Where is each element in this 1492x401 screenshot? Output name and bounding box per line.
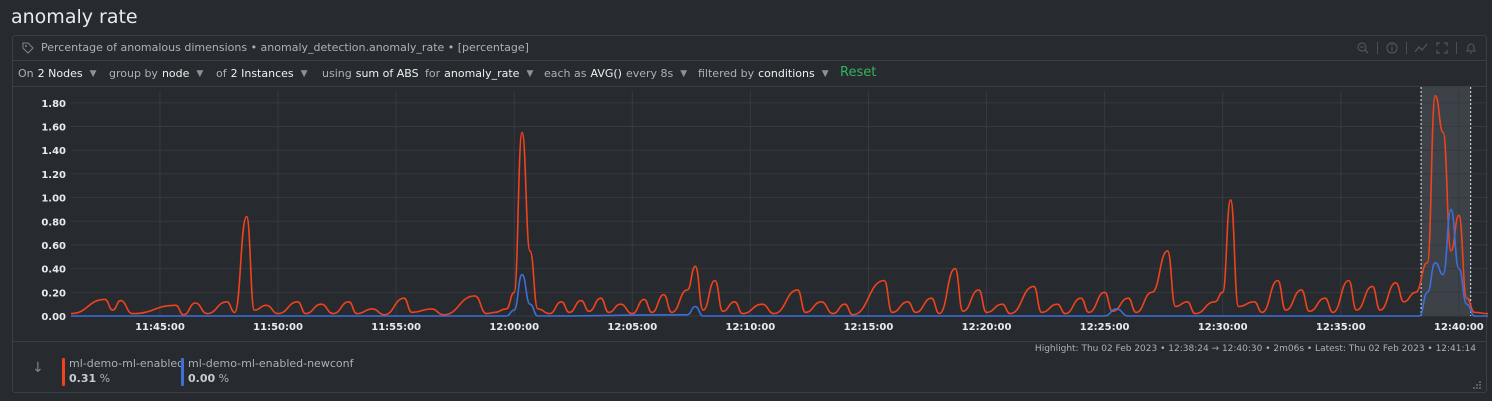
chevron-down-icon: ▼	[680, 68, 688, 79]
x-tick-label: 12:20:00	[962, 322, 1012, 333]
x-tick-label: 11:50:00	[253, 322, 303, 333]
nodes-selector[interactable]: On 2 Nodes ▼	[18, 67, 97, 80]
y-tick-label: 0.80	[41, 217, 66, 228]
resize-handle-icon[interactable]	[1472, 380, 1482, 390]
instances-value: 2 Instances	[230, 67, 294, 80]
chart-title: Percentage of anomalous dimensions • ano…	[41, 41, 529, 54]
y-tick-label: 1.60	[41, 123, 66, 134]
chart-svg[interactable]: 0.00 0.20 0.40 0.60 0.80 1.00 1.20 1.40 1.60 1.80…	[13, 87, 1488, 340]
nodes-value: 2 Nodes	[37, 67, 83, 80]
x-tick-label: 12:15:00	[844, 322, 894, 333]
of-label: of	[216, 67, 227, 80]
for-label: for	[425, 67, 441, 80]
divider	[1456, 42, 1457, 54]
fullscreen-icon[interactable]	[1435, 41, 1449, 55]
chevron-down-icon: ▼	[89, 68, 97, 79]
aggregation-selector[interactable]: using sum of ABS	[322, 67, 419, 80]
legend-label: ml-demo-ml-enabled	[69, 357, 185, 370]
filter-value: conditions	[758, 67, 815, 80]
chevron-down-icon: ▼	[196, 68, 204, 79]
anomaly-rate-chart[interactable]: 0.00 0.20 0.40 0.60 0.80 1.00 1.20 1.40 1.60 1.80…	[13, 87, 1488, 340]
x-tick-label: 12:05:00	[607, 322, 657, 333]
group-by-label: group by	[109, 67, 158, 80]
chart-type-icon[interactable]	[1414, 41, 1428, 55]
filter-selector[interactable]: filtered by conditions ▼	[698, 67, 829, 80]
y-tick-label: 1.00	[41, 194, 66, 205]
series-line-ml-demo-ml-enabled	[70, 94, 1488, 316]
zoom-out-icon[interactable]	[1356, 41, 1370, 55]
chart-actions	[1356, 40, 1478, 56]
group-by-value: node	[161, 67, 190, 80]
dimension-selector[interactable]: for anomaly_rate ▼	[425, 67, 533, 80]
y-tick-label: 0.40	[41, 265, 66, 276]
tag-icon	[22, 42, 34, 54]
highlight-band	[1421, 87, 1471, 316]
info-icon[interactable]	[1385, 41, 1399, 55]
page-title: anomaly rate	[11, 6, 138, 28]
legend-area: Highlight: Thu 02 Feb 2023 • 12:38:24 → …	[13, 341, 1486, 393]
x-tick-label: 11:55:00	[371, 322, 421, 333]
group-by-selector[interactable]: group by node ▼	[109, 67, 203, 80]
legend-swatch	[62, 358, 65, 386]
x-tick-label: 12:00:00	[489, 322, 539, 333]
chart-card: Percentage of anomalous dimensions • ano…	[12, 35, 1488, 393]
dimension-value: anomaly_rate	[444, 67, 520, 80]
highlight-info: Highlight: Thu 02 Feb 2023 • 12:38:24 → …	[1034, 344, 1476, 354]
on-label: On	[18, 67, 34, 80]
x-tick-label: 12:25:00	[1080, 322, 1130, 333]
y-tick-label: 0.60	[41, 241, 66, 252]
legend-value: 0.31 %	[69, 372, 111, 385]
chevron-down-icon: ▼	[526, 68, 534, 79]
x-tick-label: 11:45:00	[135, 322, 185, 333]
y-tick-label: 1.20	[41, 170, 66, 181]
query-controls: On 2 Nodes ▼ group by node ▼ of 2 Instan…	[13, 61, 1486, 87]
every-label: every 8s	[625, 67, 674, 80]
reset-button[interactable]: Reset	[840, 65, 876, 80]
y-tick-label: 1.40	[41, 146, 66, 157]
time-aggregation-value: AVG()	[590, 67, 622, 80]
filtered-by-label: filtered by	[698, 67, 755, 80]
legend-swatch	[181, 358, 184, 386]
y-tick-label: 0.00	[41, 312, 66, 323]
legend-label: ml-demo-ml-enabled-newconf	[188, 357, 354, 370]
divider	[1377, 42, 1378, 54]
instances-selector[interactable]: of 2 Instances ▼	[216, 67, 308, 80]
x-tick-label: 12:10:00	[725, 322, 775, 333]
chevron-down-icon: ▼	[821, 68, 829, 79]
time-aggregation-selector[interactable]: each as AVG() every 8s ▼	[544, 67, 687, 80]
aggregation-value: sum of ABS	[355, 67, 419, 80]
series-line-ml-demo-ml-enabled-newconf	[70, 208, 1488, 317]
chevron-down-icon: ▼	[300, 68, 308, 79]
using-label: using	[322, 67, 352, 80]
x-tick-label: 12:35:00	[1316, 322, 1366, 333]
card-header: Percentage of anomalous dimensions • ano…	[13, 36, 1486, 61]
each-as-label: each as	[544, 67, 587, 80]
y-tick-label: 1.80	[41, 99, 66, 110]
x-tick-label: 12:40:00	[1434, 322, 1484, 333]
sort-arrow-icon[interactable]: ↓	[32, 360, 44, 376]
alert-bell-icon[interactable]	[1464, 41, 1478, 55]
divider	[1406, 42, 1407, 54]
x-tick-label: 12:30:00	[1198, 322, 1248, 333]
legend-value: 0.00 %	[188, 372, 230, 385]
y-tick-label: 0.20	[41, 288, 66, 299]
